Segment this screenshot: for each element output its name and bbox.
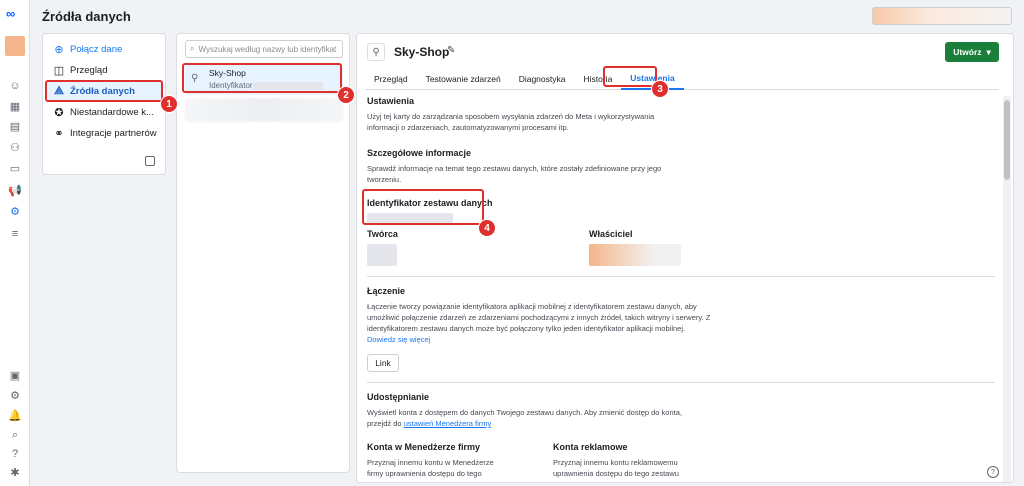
caret-down-icon: ▾ <box>986 46 991 57</box>
divider <box>367 382 995 383</box>
section-title: Ustawienia <box>367 96 415 106</box>
people-icon[interactable]: ⚇ <box>7 139 23 155</box>
global-nav-rail: ∞ ☺ ▦ ▤ ⚇ ▭ 📢 ⚙ ≡ ▣ ⚙ 🔔 ⌕ ? ✱ <box>0 0 30 486</box>
create-button[interactable]: Utwórz ▾ <box>945 42 999 62</box>
create-label: Utwórz <box>953 47 982 57</box>
plus-circle-icon: ⊕ <box>54 43 64 56</box>
data-sources-rail-icon[interactable]: ⚙ <box>7 203 23 219</box>
section-desc: uprawnienia dostępu do tego zestawu <box>553 469 679 478</box>
settings-content: Ustawienia Użyj tej karty do zarządzania… <box>367 96 995 482</box>
creator-avatar <box>367 244 397 266</box>
link-button[interactable]: Link <box>367 354 399 372</box>
section-desc: tworzeniu. <box>367 175 402 184</box>
search-input[interactable]: ⌕ Wyszukaj według nazwy lub identyfikat <box>185 40 343 58</box>
step-badge: 4 <box>478 219 496 237</box>
tab-overview[interactable]: Przegląd <box>365 68 417 90</box>
tab-diagnostics[interactable]: Diagnostyka <box>510 68 575 90</box>
highlight-box <box>362 189 484 225</box>
partner-integrations-icon: ⚭ <box>54 127 64 140</box>
account-selector[interactable] <box>872 7 1012 25</box>
pages-icon[interactable]: ▤ <box>7 118 23 134</box>
section-desc: Przyznaj innemu kontu w Menedżerze <box>367 458 494 467</box>
custom-conversions-icon: ✪ <box>54 106 64 119</box>
bell-icon[interactable]: 🔔 <box>7 407 23 423</box>
section-desc: Łączenie tworzy powiązanie identyfikator… <box>367 302 697 311</box>
help-icon[interactable]: ? <box>7 446 23 462</box>
section-desc: Użyj tej karty do zarządzania sposobem w… <box>367 112 655 121</box>
section-desc: identyfikatorem zestawu danych może być … <box>367 324 686 333</box>
business-manager-settings-link[interactable]: ustawień Menedżera firmy <box>404 419 492 428</box>
section-nav: ⊕ Połącz dane ◫ Przegląd ⟁ Źródła danych… <box>42 33 166 175</box>
section-desc: umożliwić połączenie zdarzeń ze zdarzeni… <box>367 313 711 322</box>
nav-item-label: Integracje partnerów <box>70 127 157 139</box>
highlight-box <box>45 80 163 102</box>
top-bar: Źródła danych <box>30 0 1024 32</box>
dataset-title: Sky-Shop <box>394 45 450 59</box>
settings-icon[interactable]: ⚙ <box>7 387 23 403</box>
account-avatar[interactable] <box>5 36 25 56</box>
dataset-icon: ⚲ <box>367 43 385 61</box>
edit-pencil-icon[interactable]: ✎ <box>447 45 455 56</box>
overview-icon: ◫ <box>53 64 65 77</box>
nav-item-connect-data[interactable]: ⊕ Połącz dane <box>47 39 161 59</box>
collapse-panel-icon[interactable] <box>145 156 155 166</box>
nav-item-partner-integrations[interactable]: ⚭ Integracje partnerów <box>47 123 161 143</box>
search-icon: ⌕ <box>190 44 195 53</box>
creator-label: Twórca <box>367 229 398 239</box>
owner-label: Właściciel <box>589 229 633 239</box>
section-desc: Sprawdź informacje na temat tego zestawu… <box>367 164 662 173</box>
bug-icon[interactable]: ✱ <box>7 464 23 480</box>
smiley-icon[interactable]: ☺ <box>7 78 23 94</box>
ad-accounts-title: Konta reklamowe <box>553 442 628 452</box>
card-icon[interactable]: ▭ <box>7 160 23 176</box>
section-title: Szczegółowe informacje <box>367 148 472 158</box>
data-source-list: ⌕ Wyszukaj według nazwy lub identyfikat … <box>176 33 350 473</box>
section-desc: firmy uprawnienia dostępu do tego <box>367 469 482 478</box>
highlight-box <box>182 63 342 93</box>
search-placeholder: Wyszukaj według nazwy lub identyfikat <box>198 44 337 54</box>
section-desc: Przyznaj innemu kontu reklamowemu <box>553 458 678 467</box>
section-title: Łączenie <box>367 286 406 296</box>
section-desc: informacji o zdarzeniach, zautomatyzowan… <box>367 123 569 132</box>
nav-item-label: Niestandardowe k... <box>70 106 154 118</box>
scrollbar-thumb[interactable] <box>1004 100 1010 180</box>
nav-item-custom-conversions[interactable]: ✪ Niestandardowe k... <box>47 102 161 122</box>
tab-test-events[interactable]: Testowanie zdarzeń <box>417 68 510 90</box>
learn-more-link[interactable]: Dowiedz się więcej <box>367 334 710 345</box>
section-desc: przejdź do <box>367 419 402 428</box>
detail-panel: ⚲ Sky-Shop ✎ Utwórz ▾ Przegląd Testowani… <box>356 33 1014 483</box>
nav-item-overview[interactable]: ◫ Przegląd <box>47 60 161 80</box>
menu-icon[interactable]: ≡ <box>7 226 23 242</box>
megaphone-icon[interactable]: 📢 <box>7 182 23 198</box>
nav-item-label: Przegląd <box>70 64 108 76</box>
step-badge: 1 <box>160 95 178 113</box>
page-title: Źródła danych <box>42 9 131 24</box>
scrollbar[interactable] <box>1003 96 1011 482</box>
step-badge: 3 <box>651 80 669 98</box>
owner-avatar <box>589 244 681 266</box>
highlight-box <box>603 66 657 87</box>
tab-bar: Przegląd Testowanie zdarzeń Diagnostyka … <box>365 68 999 90</box>
bm-accounts-title: Konta w Menedżerze firmy <box>367 442 481 452</box>
search-icon[interactable]: ⌕ <box>7 427 23 443</box>
meta-logo-icon[interactable]: ∞ <box>6 6 15 21</box>
step-badge: 2 <box>337 86 355 104</box>
divider <box>367 276 995 277</box>
nav-item-label: Połącz dane <box>70 43 123 55</box>
section-title: Udostępnianie <box>367 392 430 402</box>
table-icon[interactable]: ▦ <box>7 98 23 114</box>
notifications-panel-icon[interactable]: ▣ <box>7 367 23 383</box>
help-icon[interactable]: ? <box>987 466 999 478</box>
section-desc: Wyświetl konta z dostępem do danych Twoj… <box>367 408 682 417</box>
list-item[interactable] <box>185 98 343 122</box>
